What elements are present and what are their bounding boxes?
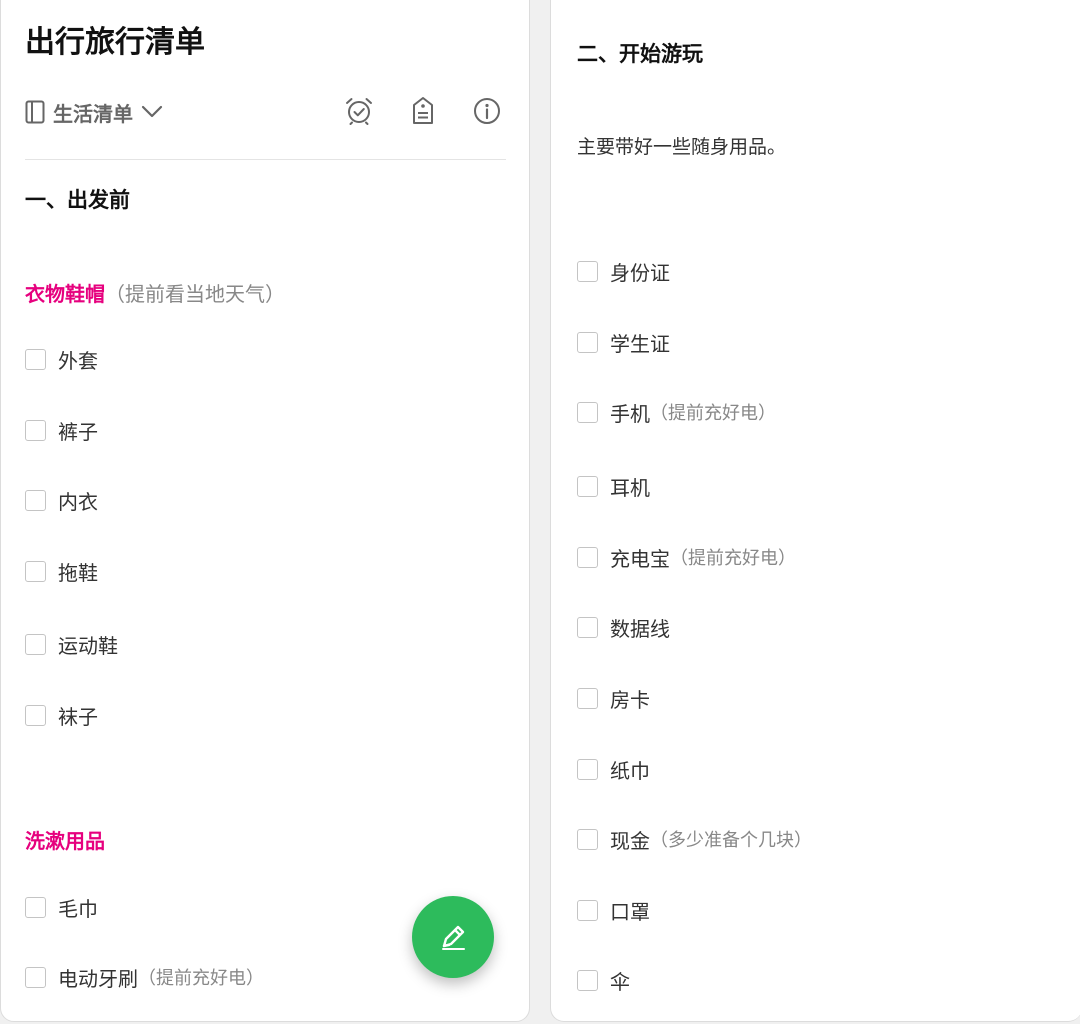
checkbox[interactable]: [577, 828, 598, 850]
checklist-item[interactable]: 手机 （提前充好电）: [577, 396, 776, 428]
group-heading-clothes: 衣物鞋帽（提前看当地天气）: [25, 282, 285, 306]
checkbox[interactable]: [577, 260, 598, 282]
edit-fab-button[interactable]: [412, 896, 494, 978]
checkbox[interactable]: [577, 687, 598, 709]
checklist-item-label: 现金: [610, 828, 650, 853]
pencil-icon: [442, 925, 465, 950]
notebook-icon: [25, 100, 45, 124]
info-button[interactable]: [471, 95, 503, 127]
checklist-item[interactable]: 拖鞋: [25, 555, 98, 587]
group-heading-wash: 洗漱用品: [25, 829, 105, 853]
checklist-item-label: 拖鞋: [58, 560, 98, 585]
checklist-item-note: （提前充好电）: [670, 548, 796, 569]
checkbox[interactable]: [577, 969, 598, 991]
checkbox[interactable]: [577, 401, 598, 423]
checklist-item[interactable]: 现金 （多少准备个几块）: [577, 823, 812, 855]
checklist-item-note: （提前充好电）: [138, 968, 264, 989]
checklist-item-label: 口罩: [610, 899, 650, 924]
checklist-item[interactable]: 口罩: [577, 894, 650, 926]
checkbox[interactable]: [577, 475, 598, 497]
checklist-item-label: 裤子: [58, 419, 98, 444]
checkbox[interactable]: [577, 331, 598, 353]
checklist-item[interactable]: 运动鞋: [25, 628, 118, 660]
section-intro: 主要带好一些随身用品。: [577, 136, 787, 158]
checklist-item-label: 袜子: [58, 704, 98, 729]
checklist-item-label: 外套: [58, 348, 98, 373]
checklist-item-label: 伞: [610, 969, 630, 994]
checklist-item-label: 纸巾: [610, 758, 650, 783]
checklist-item-label: 电动牙刷: [58, 966, 138, 991]
checklist-item-label: 耳机: [610, 475, 650, 500]
checkbox[interactable]: [25, 419, 46, 441]
checkbox[interactable]: [577, 546, 598, 568]
info-icon: [474, 98, 500, 124]
checklist-item[interactable]: 内衣: [25, 484, 98, 516]
checkbox[interactable]: [25, 489, 46, 511]
section-heading: 一、出发前: [25, 188, 130, 212]
checklist-item[interactable]: 袜子: [25, 699, 98, 731]
checklist-item-note: （提前充好电）: [650, 403, 776, 424]
right-panel: 二、开始游玩 主要带好一些随身用品。 身份证 学生证 手机 （提前充好电） 耳机 充电宝（…: [550, 0, 1080, 1022]
checklist-item[interactable]: 纸巾: [577, 753, 650, 785]
toolbar-divider: [25, 159, 506, 160]
checklist-item[interactable]: 伞: [577, 964, 630, 996]
checkbox[interactable]: [25, 348, 46, 370]
tag-button[interactable]: [407, 95, 439, 127]
checklist-item-note: （多少准备个几块）: [650, 830, 812, 851]
checkbox[interactable]: [25, 560, 46, 582]
checklist-item-label: 内衣: [58, 489, 98, 514]
checklist-item-label: 毛巾: [58, 896, 98, 921]
checkbox[interactable]: [25, 966, 46, 988]
list-selector-label: 生活清单: [53, 101, 133, 126]
checkbox[interactable]: [25, 896, 46, 918]
page-title: 出行旅行清单: [25, 25, 205, 60]
chevron-down-icon: [141, 105, 163, 118]
checklist-item[interactable]: 电动牙刷 （提前充好电）: [25, 961, 264, 993]
list-selector[interactable]: 生活清单: [25, 95, 163, 129]
section-heading: 二、开始游玩: [577, 42, 703, 66]
checklist-item[interactable]: 数据线: [577, 611, 670, 643]
checklist-item-label: 充电宝: [610, 546, 670, 571]
checklist-item[interactable]: 房卡: [577, 682, 650, 714]
checklist-item-label: 数据线: [610, 616, 670, 641]
checklist-item[interactable]: 耳机: [577, 470, 650, 502]
checkbox[interactable]: [577, 899, 598, 921]
checklist-item[interactable]: 裤子: [25, 414, 98, 446]
checklist-item-label: 身份证: [610, 260, 670, 285]
checkbox[interactable]: [25, 704, 46, 726]
reminder-button[interactable]: [343, 95, 375, 127]
checklist-item[interactable]: 充电宝 （提前充好电）: [577, 541, 796, 573]
alarm-clock-icon: [346, 98, 372, 125]
checklist-item-label: 手机: [610, 401, 650, 426]
tag-icon: [413, 97, 433, 124]
checklist-item[interactable]: 学生证: [577, 326, 670, 358]
checklist-item-label: 运动鞋: [58, 633, 118, 658]
checklist-item-label: 学生证: [610, 331, 670, 356]
checkbox[interactable]: [577, 758, 598, 780]
checklist-item-label: 房卡: [610, 687, 650, 712]
checkbox[interactable]: [577, 616, 598, 638]
checklist-item[interactable]: 身份证: [577, 255, 670, 287]
checklist-item[interactable]: 外套: [25, 343, 98, 375]
checkbox[interactable]: [25, 633, 46, 655]
checklist-item[interactable]: 毛巾: [25, 891, 98, 923]
left-panel: 出行旅行清单 生活清单 一、出发前 衣物鞋帽（提前看当地天气） 外套 裤子 内衣…: [0, 0, 530, 1022]
